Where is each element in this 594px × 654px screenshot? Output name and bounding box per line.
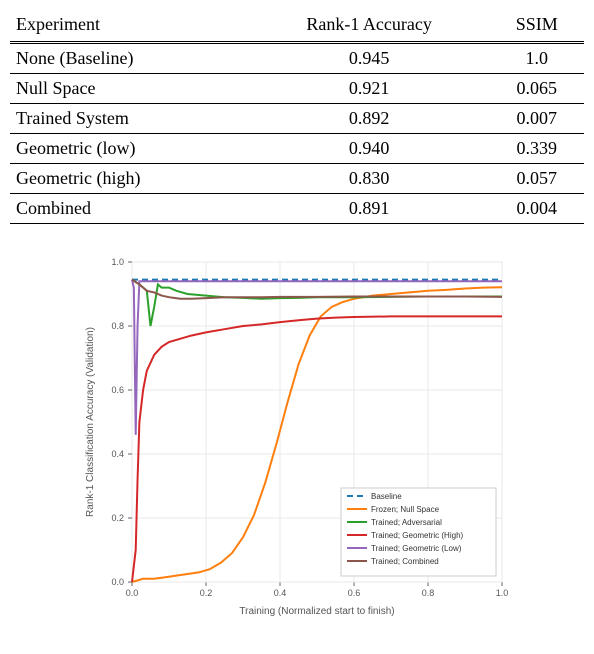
svg-text:0.2: 0.2: [111, 513, 124, 523]
cell-ssim: 0.065: [489, 74, 584, 104]
svg-text:Trained; Geometric (High): Trained; Geometric (High): [371, 531, 464, 540]
svg-text:Trained; Geometric (Low): Trained; Geometric (Low): [371, 544, 462, 553]
svg-text:1.0: 1.0: [111, 257, 124, 267]
svg-text:0.0: 0.0: [111, 577, 124, 587]
svg-text:Frozen; Null Space: Frozen; Null Space: [371, 505, 440, 514]
cell-ssim: 0.004: [489, 194, 584, 224]
cell-experiment: Geometric (low): [10, 134, 249, 164]
col-ssim: SSIM: [489, 10, 584, 43]
cell-experiment: Null Space: [10, 74, 249, 104]
cell-experiment: Combined: [10, 194, 249, 224]
svg-text:0.4: 0.4: [274, 588, 287, 598]
cell-experiment: Trained System: [10, 104, 249, 134]
svg-text:1.0: 1.0: [496, 588, 509, 598]
table-row: None (Baseline)0.9451.0: [10, 43, 584, 74]
cell-ssim: 0.007: [489, 104, 584, 134]
table-row: Combined0.8910.004: [10, 194, 584, 224]
svg-text:0.6: 0.6: [348, 588, 361, 598]
svg-text:Trained; Adversarial: Trained; Adversarial: [371, 518, 442, 527]
cell-rank1: 0.892: [249, 104, 490, 134]
table-row: Trained System0.8920.007: [10, 104, 584, 134]
table-row: Null Space0.9210.065: [10, 74, 584, 104]
cell-experiment: None (Baseline): [10, 43, 249, 74]
col-experiment: Experiment: [10, 10, 249, 43]
svg-text:0.8: 0.8: [111, 321, 124, 331]
cell-ssim: 0.339: [489, 134, 584, 164]
svg-text:Trained; Combined: Trained; Combined: [371, 557, 439, 566]
cell-rank1: 0.891: [249, 194, 490, 224]
training-chart: 0.0 0.2 0.4 0.6 0.8 1.0 0.0 0.2 0.4 0.6 0.8 1.0 Trai…: [77, 252, 517, 622]
svg-text:0.4: 0.4: [111, 449, 124, 459]
cell-rank1: 0.921: [249, 74, 490, 104]
svg-text:0.6: 0.6: [111, 385, 124, 395]
svg-text:Rank-1 Classification Accuracy: Rank-1 Classification Accuracy (Validati…: [85, 327, 96, 517]
cell-rank1: 0.830: [249, 164, 490, 194]
cell-rank1: 0.945: [249, 43, 490, 74]
cell-experiment: Geometric (high): [10, 164, 249, 194]
svg-text:Baseline: Baseline: [371, 492, 402, 501]
cell-rank1: 0.940: [249, 134, 490, 164]
svg-text:0.2: 0.2: [200, 588, 213, 598]
table-row: Geometric (high)0.8300.057: [10, 164, 584, 194]
results-table: Experiment Rank-1 Accuracy SSIM None (Ba…: [10, 10, 584, 224]
col-rank1: Rank-1 Accuracy: [249, 10, 490, 43]
svg-text:0.8: 0.8: [422, 588, 435, 598]
svg-text:0.0: 0.0: [126, 588, 139, 598]
cell-ssim: 1.0: [489, 43, 584, 74]
table-row: Geometric (low)0.9400.339: [10, 134, 584, 164]
svg-text:Training (Normalized start to: Training (Normalized start to finish): [239, 606, 394, 617]
cell-ssim: 0.057: [489, 164, 584, 194]
